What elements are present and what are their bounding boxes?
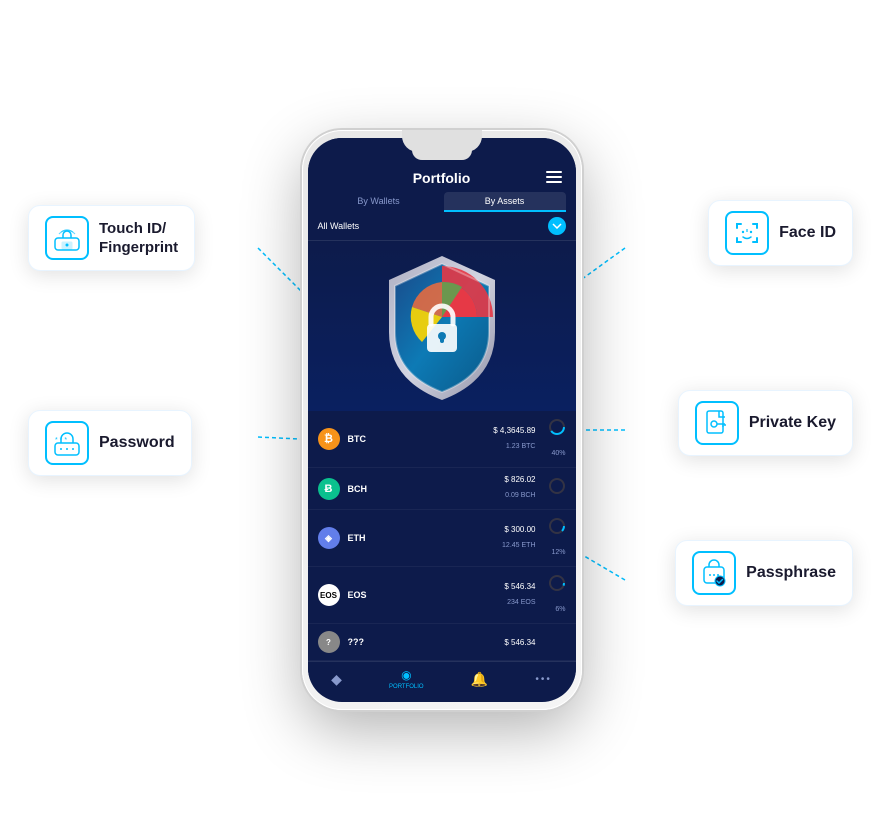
eos-pct: 6%: [536, 574, 566, 616]
phone-outer: Portfolio By Wallets By Assets All Walle…: [302, 130, 582, 710]
security-shield: [377, 252, 507, 400]
wallet-selector-label: All Wallets: [318, 221, 360, 231]
wallet-selector[interactable]: All Wallets: [308, 212, 576, 241]
eos-pct-text: 6%: [555, 606, 565, 613]
other-symbol: ???: [348, 637, 376, 647]
nav-more[interactable]: •••: [535, 674, 552, 685]
nav-bell[interactable]: 🔔: [471, 671, 488, 688]
btc-pct: 40%: [536, 418, 566, 460]
face-id-label: Face ID: [708, 200, 853, 266]
eth-pct: 12%: [536, 517, 566, 559]
eos-symbol: EOS: [348, 590, 376, 600]
eos-usd: $ 546.34: [376, 582, 536, 591]
bch-usd: $ 826.02: [376, 475, 536, 484]
bch-amount: 0.09 BCH: [505, 492, 535, 499]
private-key-label: Private Key: [678, 390, 853, 456]
app-header: Portfolio: [308, 164, 576, 186]
eos-icon: EOS: [318, 584, 340, 606]
app-title: Portfolio: [413, 170, 471, 186]
bottom-nav: ◆ ◉ PORTFOLIO 🔔 •••: [308, 661, 576, 696]
phone-notch: [402, 130, 482, 152]
private-key-icon: [695, 401, 739, 445]
portfolio-item-bch: Ƀ BCH $ 826.02 0.09 BCH: [308, 468, 576, 510]
tabs-container: By Wallets By Assets: [308, 186, 576, 212]
bch-pct: [536, 477, 566, 501]
password-icon: * * *: [45, 421, 89, 465]
portfolio-item-eos: EOS EOS $ 546.34 234 EOS 6%: [308, 567, 576, 624]
svg-text:* * *: * * *: [55, 437, 67, 444]
password-text: Password: [99, 434, 175, 452]
phone-screen: Portfolio By Wallets By Assets All Walle…: [308, 138, 576, 702]
eth-symbol: ETH: [348, 533, 376, 543]
tab-by-wallets[interactable]: By Wallets: [318, 192, 440, 212]
more-icon: •••: [535, 674, 552, 685]
fingerprint-icon: [45, 216, 89, 260]
wallet-dropdown-btn[interactable]: [548, 217, 566, 235]
btc-values: $ 4,3645.89 1.23 BTC: [376, 426, 536, 453]
other-usd: $ 546.34: [376, 638, 536, 647]
eth-pct-text: 12%: [551, 549, 565, 556]
nav-gem[interactable]: ◆: [331, 671, 342, 688]
eth-usd: $ 300.00: [376, 525, 536, 534]
btc-pct-text: 40%: [551, 450, 565, 457]
face-id-text: Face ID: [779, 224, 836, 242]
btc-usd: $ 4,3645.89: [376, 426, 536, 435]
btc-icon: ₿: [318, 428, 340, 450]
passphrase-label: Passphrase: [675, 540, 853, 606]
portfolio-item-btc: ₿ BTC $ 4,3645.89 1.23 BTC 40%: [308, 411, 576, 468]
portfolio-item-eth: ◈ ETH $ 300.00 12.45 ETH 12%: [308, 510, 576, 567]
menu-icon[interactable]: [546, 170, 562, 186]
passphrase-text: Passphrase: [746, 564, 836, 582]
portfolio-icon: ◉: [401, 668, 411, 682]
eth-values: $ 300.00 12.45 ETH: [376, 525, 536, 552]
gem-icon: ◆: [331, 671, 342, 688]
password-label: * * * Password: [28, 410, 192, 476]
shield-area: [308, 241, 576, 411]
touch-id-label: Touch ID/ Fingerprint: [28, 205, 195, 271]
passphrase-icon: [692, 551, 736, 595]
other-values: $ 546.34: [376, 638, 536, 647]
portfolio-list: ₿ BTC $ 4,3645.89 1.23 BTC 40%: [308, 411, 576, 661]
private-key-text: Private Key: [749, 414, 836, 432]
other-icon: ?: [318, 631, 340, 653]
bch-symbol: BCH: [348, 484, 376, 494]
eth-icon: ◈: [318, 527, 340, 549]
bell-icon: 🔔: [471, 671, 488, 688]
bch-icon: Ƀ: [318, 478, 340, 500]
bch-values: $ 826.02 0.09 BCH: [376, 475, 536, 502]
touch-id-text: Touch ID/ Fingerprint: [99, 219, 178, 258]
nav-portfolio[interactable]: ◉ PORTFOLIO: [389, 668, 424, 690]
eos-values: $ 546.34 234 EOS: [376, 582, 536, 609]
eos-amount: 234 EOS: [507, 599, 535, 606]
btc-amount: 1.23 BTC: [506, 443, 536, 450]
face-id-icon: [725, 211, 769, 255]
portfolio-item-other: ? ??? $ 546.34: [308, 624, 576, 661]
portfolio-label: PORTFOLIO: [389, 684, 424, 690]
phone-mockup: Portfolio By Wallets By Assets All Walle…: [302, 130, 582, 710]
tab-by-assets[interactable]: By Assets: [444, 192, 566, 212]
eth-amount: 12.45 ETH: [502, 542, 535, 549]
btc-symbol: BTC: [348, 434, 376, 444]
